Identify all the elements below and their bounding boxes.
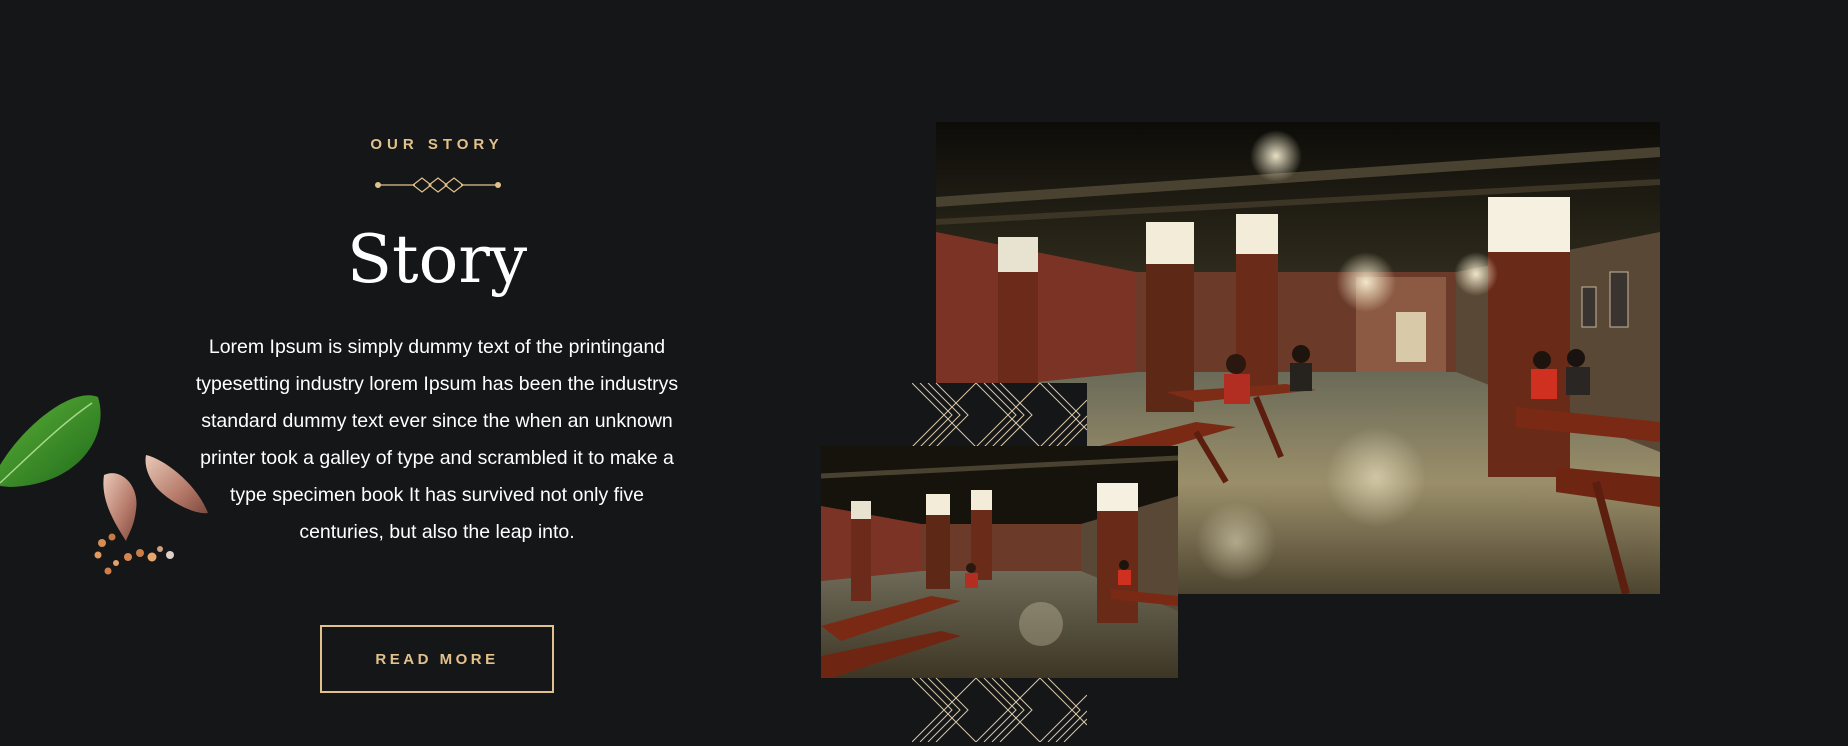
story-paragraph: Lorem Ipsum is simply dummy text of the … bbox=[195, 336, 679, 543]
restaurant-interior-photo-small bbox=[821, 446, 1178, 678]
spices-illustration bbox=[0, 395, 208, 575]
read-more-button[interactable]: READ MORE bbox=[320, 625, 554, 693]
section-eyebrow: OUR STORY bbox=[370, 136, 504, 153]
section-title: Story bbox=[346, 221, 528, 298]
art-deco-pattern-top bbox=[912, 383, 1087, 447]
story-section: OUR STORY Story Lorem Ipsum is simply du… bbox=[0, 0, 1848, 746]
diamond-divider-icon bbox=[375, 177, 501, 193]
art-deco-pattern-bottom bbox=[912, 678, 1087, 742]
